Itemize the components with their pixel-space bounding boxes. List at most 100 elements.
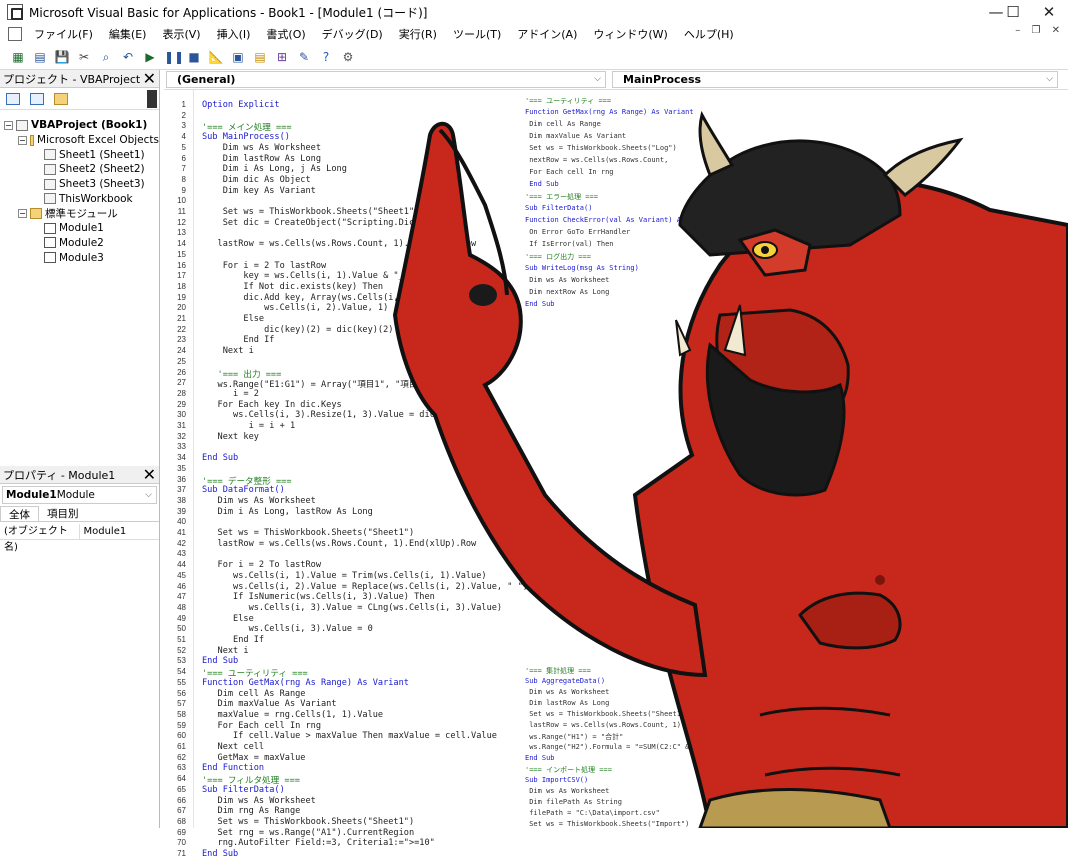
collapse-icon[interactable]: −: [18, 135, 27, 145]
code-text: i = 2: [202, 388, 259, 399]
code-text: End Sub: [202, 849, 239, 859]
tree-node[interactable]: Sheet3 (Sheet3): [4, 177, 159, 192]
line-number: 17: [177, 271, 186, 281]
close-button[interactable]: ✕: [1032, 0, 1066, 24]
vba-icon: [16, 119, 28, 131]
line-number: 56: [177, 688, 186, 698]
code-text: Set rng = ws.Range("A1").CurrentRegion: [202, 827, 415, 838]
menu-item-8[interactable]: アドイン(A): [509, 26, 585, 42]
line-number: 15: [177, 249, 186, 259]
tree-node[interactable]: ThisWorkbook: [4, 191, 159, 206]
menu-item-6[interactable]: 実行(R): [391, 26, 445, 42]
menu-item-4[interactable]: 書式(O): [258, 26, 313, 42]
tree-node[interactable]: Module2: [4, 236, 159, 251]
properties-icon[interactable]: ▤: [252, 49, 268, 65]
code-text: Set ws = ThisWorkbook.Sheets("Sheet1"): [202, 207, 420, 217]
line-number: 43: [177, 549, 186, 559]
code-line: '=== 集計処理 ===: [525, 667, 591, 675]
excel-icon[interactable]: ▦: [10, 49, 26, 65]
mdi-window-controls[interactable]: – ❐ ✕: [1015, 25, 1064, 36]
folder-icon: [29, 134, 35, 146]
close-icon[interactable]: ✕: [143, 70, 156, 88]
tab-categorized[interactable]: 項目別: [39, 506, 87, 521]
view-code-icon[interactable]: [6, 92, 20, 105]
reset-icon[interactable]: ■: [186, 49, 202, 65]
line-number: 20: [177, 303, 186, 313]
menu-item-1[interactable]: 編集(E): [101, 26, 155, 42]
insert-icon[interactable]: ▤: [32, 49, 48, 65]
properties-title: プロパティ - Module1: [3, 468, 116, 482]
line-number: 18: [177, 281, 186, 291]
code-text: rng.AutoFilter Field:=3, Criteria1:=">=1…: [202, 838, 435, 849]
menu-item-10[interactable]: ヘルプ(H): [676, 26, 742, 42]
line-number: 19: [177, 292, 186, 302]
tree-node[interactable]: − VBAProject (Book1): [4, 118, 159, 133]
code-text: dic(key)(2) = dic(key)(2) + 1: [202, 324, 415, 335]
tree-node-label: Module2: [59, 236, 104, 249]
tree-node[interactable]: Sheet2 (Sheet2): [4, 162, 159, 177]
tree-node[interactable]: Sheet1 (Sheet1): [4, 147, 159, 162]
code-line: '=== インポート処理 ===: [525, 766, 612, 774]
object-combo[interactable]: Module1 Module ⌵: [2, 486, 157, 504]
window-title: Microsoft Visual Basic for Applications …: [29, 5, 428, 20]
property-value[interactable]: Module1: [80, 524, 160, 539]
line-number: 31: [177, 421, 186, 430]
line-number: 13: [177, 228, 186, 238]
find-icon[interactable]: ⌕: [98, 49, 114, 65]
maximize-button[interactable]: ☐: [996, 0, 1030, 24]
object-browser-icon[interactable]: ⊞: [274, 49, 290, 65]
collapse-icon[interactable]: −: [18, 208, 27, 218]
line-number: 36: [177, 474, 186, 484]
view-object-icon[interactable]: [30, 92, 44, 105]
object-dropdown[interactable]: (General) ⌵: [166, 71, 606, 88]
code-line: Set ws = ThisWorkbook.Sheets("Sheet1"): [525, 710, 690, 718]
project-explorer: プロジェクト - VBAProject ✕ − VBAProject (Book1…: [0, 70, 160, 466]
menu-item-7[interactable]: ツール(T): [445, 26, 509, 42]
code-line: Sub ImportCSV(): [525, 776, 589, 784]
settings-icon[interactable]: ⚙: [340, 49, 356, 65]
line-number: 21: [177, 314, 186, 323]
run-icon[interactable]: ▶: [142, 49, 158, 65]
tree-node[interactable]: Module1: [4, 221, 159, 236]
code-text: Option Explicit: [202, 100, 280, 110]
line-number: 3: [181, 121, 186, 131]
line-number: 14: [177, 239, 186, 249]
design-icon[interactable]: 📐: [208, 49, 224, 65]
line-number: 26: [177, 367, 186, 377]
property-row[interactable]: (オブジェクト名) Module1: [0, 524, 160, 553]
sheet-icon: [44, 193, 56, 205]
toggle-folders-icon[interactable]: [54, 92, 68, 105]
tree-node[interactable]: − Microsoft Excel Objects: [4, 133, 159, 148]
scroll-arrow-icon[interactable]: [147, 90, 157, 108]
code-line: Sub WriteLog(msg As String): [525, 264, 639, 272]
close-icon[interactable]: ✕: [143, 466, 156, 484]
project-icon[interactable]: ▣: [230, 49, 246, 65]
toolbox-icon[interactable]: ✎: [296, 49, 312, 65]
chevron-down-icon[interactable]: ⌵: [145, 490, 152, 500]
line-number: 28: [177, 388, 186, 398]
code-line: End Sub: [525, 180, 559, 188]
undo-icon[interactable]: ↶: [120, 49, 136, 65]
pause-icon[interactable]: ❚❚: [164, 49, 184, 65]
save-icon[interactable]: 💾: [54, 49, 70, 65]
collapse-icon[interactable]: −: [4, 120, 13, 130]
tree-node[interactable]: Module3: [4, 250, 159, 265]
procedure-dropdown[interactable]: MainProcess ⌵: [612, 71, 1058, 88]
menu-item-2[interactable]: 表示(V): [154, 26, 208, 42]
code-line: Set ws = ThisWorkbook.Sheets("Import"): [525, 820, 690, 828]
cut-icon[interactable]: ✂: [76, 49, 92, 65]
line-number: 6: [181, 153, 186, 163]
tree-node[interactable]: − 標準モジュール: [4, 206, 159, 221]
line-number: 50: [177, 624, 186, 634]
line-number: 48: [177, 602, 186, 612]
menu-item-9[interactable]: ウィンドウ(W): [585, 26, 675, 42]
tab-alphabetic[interactable]: 全体: [0, 506, 39, 521]
line-number: 59: [177, 720, 186, 730]
menu-item-0[interactable]: ファイル(F): [26, 26, 101, 42]
help-icon[interactable]: ?: [318, 49, 334, 65]
code-text: lastRow = ws.Cells(ws.Rows.Count, 1).End…: [202, 239, 477, 250]
menu-app-icon[interactable]: [8, 27, 22, 41]
code-text: Dim i As Long, lastRow As Long: [202, 506, 373, 517]
menu-item-3[interactable]: 挿入(I): [209, 26, 259, 42]
menu-item-5[interactable]: デバッグ(D): [314, 26, 391, 42]
